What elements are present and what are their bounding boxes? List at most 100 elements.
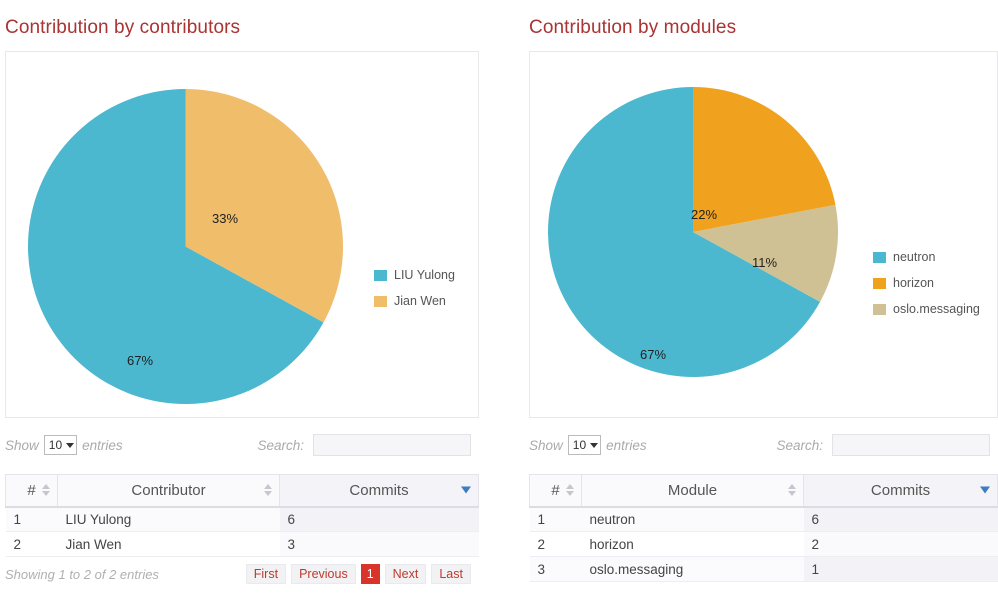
search-input[interactable] [832,434,990,456]
table-row[interactable]: 1 LIU Yulong 6 [5,506,479,532]
legend-contributors: LIU Yulong Jian Wen [374,268,455,308]
cell-commits: 6 [803,506,998,532]
page-length-select[interactable]: 10 [567,435,602,455]
legend-item[interactable]: LIU Yulong [374,268,455,282]
pie-value-label-0: 67% [640,347,667,362]
pagination-previous-button[interactable]: Previous [291,564,356,584]
cell-module[interactable]: horizon [581,531,804,557]
pie-value-label-1: 33% [212,211,239,226]
table-row[interactable]: 2 horizon 2 [529,531,998,557]
chart-container-contributors: 67% 33% LIU Yulong Jian Wen [5,51,479,418]
legend-swatch-icon [873,303,886,315]
show-label: Show [529,437,563,453]
dashboard-page: Contribution by contributors 67% 33% LIU… [0,0,998,606]
page-length-select[interactable]: 10 [43,435,78,455]
sort-asc-icon [264,484,272,490]
panel-contributors: Contribution by contributors 67% 33% LIU… [0,0,479,606]
table-head: # Module Commits [529,474,998,508]
page-length-value: 10 [572,438,587,452]
chevron-down-icon [66,442,75,448]
sort-asc-icon [566,484,574,490]
table-head: # Contributor Commits [5,474,479,508]
page-title-modules: Contribution by modules [529,17,737,38]
sort-desc-active-icon [980,486,990,494]
table-body: 1 LIU Yulong 6 2 Jian Wen 3 [5,506,479,557]
legend-swatch-icon [374,269,387,281]
sort-desc-icon [788,491,796,497]
pagination-page-1-button[interactable]: 1 [360,564,380,584]
sort-desc-icon [566,491,574,497]
page-length-control: Show 10 entries [5,435,123,455]
cell-contributor[interactable]: Jian Wen [57,531,280,557]
cell-commits: 3 [279,531,479,557]
pie-svg-modules [548,87,838,377]
page-length-control: Show 10 entries [529,435,647,455]
pagination-last-button[interactable]: Last [431,564,471,584]
cell-commits: 6 [279,506,479,532]
column-header-label: Commits [349,481,409,499]
legend-swatch-icon [374,295,387,307]
pie-value-label-1: 22% [691,207,718,222]
sort-arrows-icon [42,484,50,497]
column-header-module[interactable]: Module [581,474,804,508]
sort-arrows-icon [264,484,272,497]
column-header-commits[interactable]: Commits [803,474,998,508]
column-header-label: Module [667,481,718,499]
legend-item-label: oslo.messaging [893,302,980,316]
chart-container-modules: 67% 22% 11% neutron horizon oslo.messagi… [529,51,998,418]
column-header-label: # [551,481,560,499]
legend-swatch-icon [873,277,886,289]
pie-svg-contributors [28,89,343,404]
datatable-footer-contributors: Showing 1 to 2 of 2 entries First Previo… [5,564,479,584]
cell-index: 2 [529,531,582,557]
table-row[interactable]: 2 Jian Wen 3 [5,531,479,557]
chevron-down-icon [590,442,599,448]
legend-item-label: horizon [893,276,934,290]
column-header-index[interactable]: # [529,474,582,508]
entries-label: entries [82,437,123,453]
pagination-first-button[interactable]: First [245,564,287,584]
legend-item[interactable]: horizon [873,276,980,290]
cell-contributor[interactable]: LIU Yulong [57,506,280,532]
cell-module[interactable]: neutron [581,506,804,532]
page-title-contributors: Contribution by contributors [5,17,241,38]
sort-asc-icon [42,484,50,490]
search-control: Search: [776,434,990,456]
pagination: First Previous 1 Next Last [245,564,471,584]
legend-item-label: Jian Wen [394,294,446,308]
legend-item[interactable]: Jian Wen [374,294,455,308]
pie-chart-contributors: 67% 33% [6,52,478,417]
table-body: 1 neutron 6 2 horizon 2 3 oslo.messaging… [529,506,998,582]
entries-label: entries [606,437,647,453]
pie-value-label-2: 11% [752,255,778,270]
column-header-label: # [27,481,36,499]
legend-item-label: neutron [893,250,936,264]
cell-commits: 1 [803,556,998,582]
table-info: Showing 1 to 2 of 2 entries [5,566,159,582]
table-row[interactable]: 3 oslo.messaging 1 [529,556,998,582]
cell-module[interactable]: oslo.messaging [581,556,804,582]
sort-desc-icon [42,491,50,497]
panel-modules: Contribution by modules 67% 22% 11% neut… [519,0,998,606]
table-row[interactable]: 1 neutron 6 [529,506,998,532]
cell-index: 1 [5,506,58,532]
column-header-label: Contributor [131,481,206,499]
search-label: Search: [776,437,823,453]
search-control: Search: [257,434,471,456]
legend-item[interactable]: oslo.messaging [873,302,980,316]
datatable-controls-contributors: Show 10 entries Search: [5,430,479,460]
column-header-index[interactable]: # [5,474,58,508]
column-header-contributor[interactable]: Contributor [57,474,280,508]
sort-desc-icon [264,491,272,497]
column-header-commits[interactable]: Commits [279,474,479,508]
sort-arrows-icon [461,486,471,494]
table-header-row: # Module Commits [529,474,998,508]
pagination-next-button[interactable]: Next [384,564,427,584]
legend-item[interactable]: neutron [873,250,980,264]
search-label: Search: [257,437,304,453]
page-length-value: 10 [48,438,63,452]
search-input[interactable] [313,434,471,456]
cell-index: 1 [529,506,582,532]
cell-index: 3 [529,556,582,582]
pie-chart-modules: 67% 22% 11% [530,52,997,417]
